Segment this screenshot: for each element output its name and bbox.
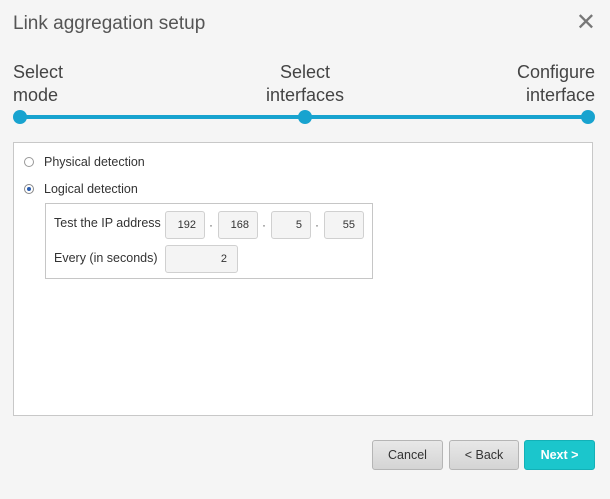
ip-separator: · bbox=[209, 218, 213, 232]
step-label-line: interface bbox=[525, 85, 595, 105]
step-indicator-dot bbox=[13, 110, 27, 124]
logical-detection-label: Logical detection bbox=[44, 182, 138, 196]
detection-settings-panel: Physical detection Logical detection Tes… bbox=[13, 142, 593, 416]
step-label-line: mode bbox=[13, 85, 59, 105]
ip-separator: · bbox=[315, 218, 319, 232]
ip-octet-2-input[interactable]: 168 bbox=[218, 211, 258, 239]
step-configure-interface: Configure interface bbox=[517, 61, 595, 107]
physical-detection-label: Physical detection bbox=[44, 155, 145, 169]
step-indicator-dot bbox=[581, 110, 595, 124]
physical-detection-option[interactable]: Physical detection bbox=[24, 155, 145, 169]
close-icon[interactable]: ✕ bbox=[576, 10, 596, 36]
logical-detection-settings: Test the IP address 192 · 168 · 5 · 55 E… bbox=[45, 203, 373, 279]
cancel-button[interactable]: Cancel bbox=[372, 440, 443, 470]
step-indicator-dot bbox=[298, 110, 312, 124]
next-button[interactable]: Next > bbox=[524, 440, 595, 470]
ip-octet-4-input[interactable]: 55 bbox=[324, 211, 364, 239]
step-label-line: interfaces bbox=[265, 85, 345, 105]
interval-label: Every (in seconds) bbox=[54, 251, 158, 265]
test-ip-label: Test the IP address bbox=[54, 216, 161, 230]
step-label-line: Configure bbox=[516, 62, 595, 82]
ip-octet-1-input[interactable]: 192 bbox=[165, 211, 205, 239]
ip-octet-3-input[interactable]: 5 bbox=[271, 211, 311, 239]
step-label-line: Select bbox=[13, 62, 64, 82]
logical-detection-option[interactable]: Logical detection bbox=[24, 182, 138, 196]
dialog-title: Link aggregation setup bbox=[13, 13, 206, 34]
step-select-interfaces: Select interfaces bbox=[263, 61, 347, 107]
step-label-line: Select bbox=[279, 62, 331, 82]
back-button[interactable]: < Back bbox=[449, 440, 519, 470]
ip-separator: · bbox=[262, 218, 266, 232]
step-select-mode: Select mode bbox=[13, 61, 63, 107]
logical-detection-radio[interactable] bbox=[24, 184, 34, 194]
physical-detection-radio[interactable] bbox=[24, 157, 34, 167]
interval-seconds-input[interactable]: 2 bbox=[165, 245, 238, 273]
